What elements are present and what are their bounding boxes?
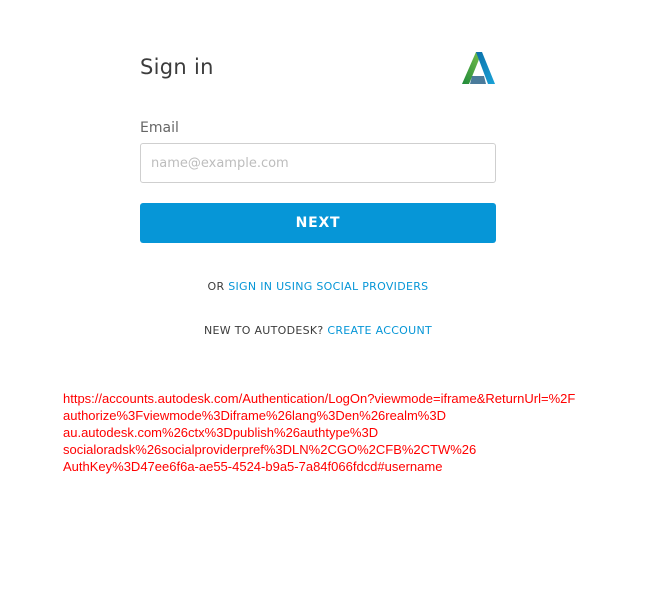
email-field[interactable] bbox=[140, 143, 496, 183]
url-line: au.autodesk.com%26ctx%3Dpublish%26authty… bbox=[63, 425, 379, 440]
url-line: socialoradsk%26socialproviderpref%3DLN%2… bbox=[63, 442, 477, 457]
create-prefix: NEW TO AUTODESK? bbox=[203, 324, 328, 337]
social-prefix: OR bbox=[207, 280, 229, 293]
autodesk-logo-icon bbox=[462, 52, 495, 84]
url-line: AuthKey%3D47ee6f6a-ae55-4524-b9a5-7a84f0… bbox=[63, 459, 443, 474]
url-line: authorize%3Fviewmode%3Diframe%26lang%3De… bbox=[63, 408, 446, 423]
create-account-line: NEW TO AUTODESK? CREATE ACCOUNT bbox=[140, 324, 496, 337]
sign-in-page: Sign in Email NEXT OR SIGN IN USING SOCI… bbox=[0, 0, 671, 592]
url-text: https://accounts.autodesk.com/Authentica… bbox=[63, 390, 663, 475]
url-line: https://accounts.autodesk.com/Authentica… bbox=[63, 391, 576, 406]
page-title: Sign in bbox=[140, 55, 214, 79]
next-button[interactable]: NEXT bbox=[140, 203, 496, 243]
create-account-link[interactable]: CREATE ACCOUNT bbox=[327, 324, 432, 337]
email-label: Email bbox=[140, 120, 179, 136]
social-sign-in-line: OR SIGN IN USING SOCIAL PROVIDERS bbox=[140, 280, 496, 293]
social-providers-link[interactable]: SIGN IN USING SOCIAL PROVIDERS bbox=[228, 280, 428, 293]
